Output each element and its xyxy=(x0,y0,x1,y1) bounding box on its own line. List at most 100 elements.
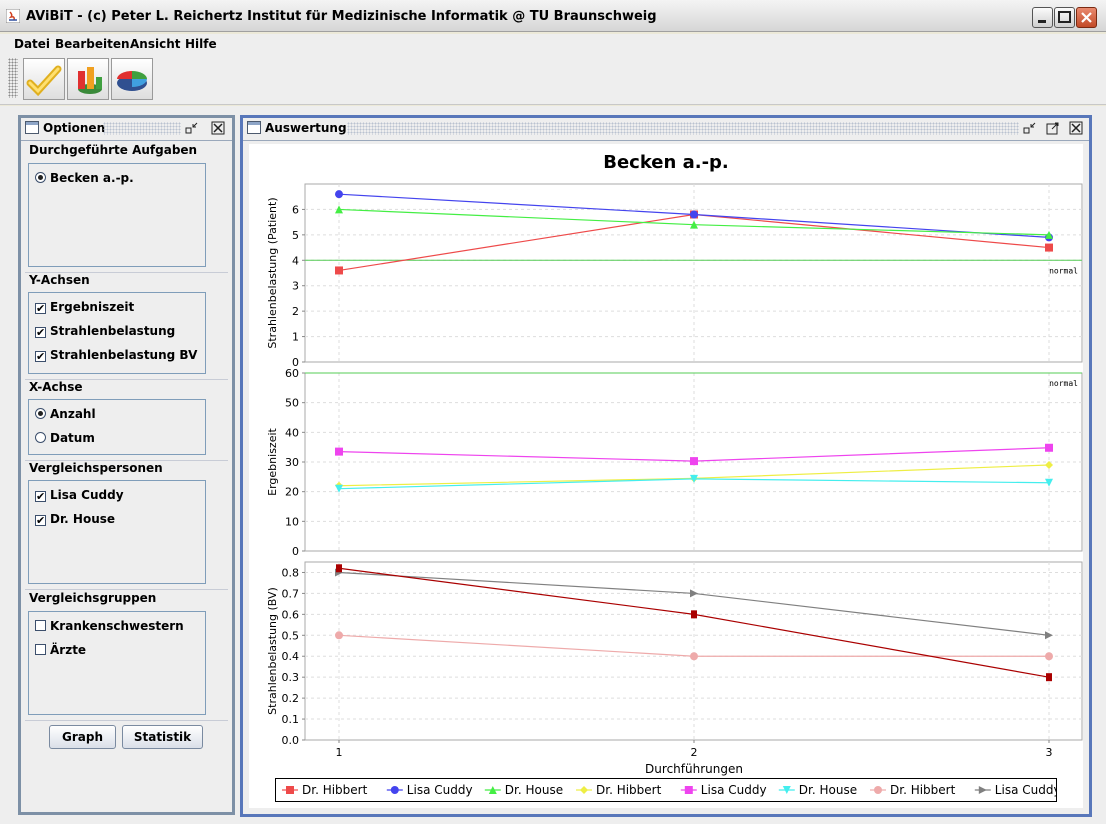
radio-datum-label: Datum xyxy=(50,431,95,445)
menu-ansicht[interactable]: Ansicht xyxy=(130,37,180,51)
radio-selected-icon xyxy=(35,172,46,183)
legend-marker xyxy=(684,786,693,794)
legend-label: Lisa Cuddy xyxy=(995,783,1056,797)
data-point xyxy=(691,610,697,619)
legend-marker xyxy=(580,786,588,794)
y-tick-label: 2 xyxy=(292,305,299,318)
y-tick-label: 3 xyxy=(292,280,299,293)
pie-chart-icon xyxy=(117,71,147,91)
y-tick-label: 0.2 xyxy=(282,692,300,705)
data-point xyxy=(335,631,343,640)
evaluation-panel: Auswertung Becken a.-p. 0 1 2 3 4 5 6 normal Stra… xyxy=(240,115,1106,817)
checkbox-ergebniszeit-label: Ergebniszeit xyxy=(50,300,135,314)
radio-selected-icon xyxy=(35,408,46,419)
y-tick-label: 0.3 xyxy=(282,671,300,684)
checkbox-strahlenbelastung-label: Strahlenbelastung xyxy=(50,324,176,338)
menu-hilfe[interactable]: Hilfe xyxy=(185,37,217,51)
y-tick-label: 0 xyxy=(292,545,299,558)
titlebar-grip xyxy=(347,122,1019,135)
y-tick-label: 1 xyxy=(292,331,299,344)
maximize-icon xyxy=(1046,122,1059,135)
evaluation-close-button[interactable] xyxy=(1069,121,1083,135)
data-point xyxy=(335,447,343,456)
iconify-icon xyxy=(1023,122,1036,134)
options-title: Optionen xyxy=(43,121,106,135)
window-icon xyxy=(247,121,261,134)
options-titlebar[interactable]: Optionen xyxy=(21,118,232,141)
evaluation-maximize-button[interactable] xyxy=(1046,121,1060,135)
y-axes-box: ✔ Ergebniszeit ✔ Strahlenbelastung ✔ Strahl… xyxy=(28,292,206,374)
toolbar-checkmark-button[interactable] xyxy=(23,58,65,100)
chart-title: Becken a.-p. xyxy=(603,152,729,173)
checkbox-dr-house[interactable]: ✔ Dr. House xyxy=(35,512,115,526)
checkbox-checked-icon: ✔ xyxy=(35,514,46,527)
section-tasks-label: Durchgeführte Aufgaben xyxy=(29,143,198,157)
evaluation-titlebar[interactable]: Auswertung xyxy=(243,118,1089,141)
x-tick-label: 2 xyxy=(691,746,698,759)
checkbox-checked-icon: ✔ xyxy=(35,490,46,503)
toolbar-grip[interactable] xyxy=(8,58,18,98)
checkbox-krankenschwestern[interactable]: Krankenschwestern xyxy=(35,619,184,633)
legend-label: Lisa Cuddy xyxy=(701,783,767,797)
close-button[interactable] xyxy=(1076,7,1097,28)
minimize-icon xyxy=(1038,20,1046,23)
legend-items: Dr. Hibbert Lisa Cuddy Dr. House Dr. Hibber… xyxy=(282,783,1106,797)
data-point xyxy=(1045,652,1053,661)
checkmark-icon xyxy=(26,65,62,97)
legend-label: Dr. Hibbert xyxy=(890,783,956,797)
maximize-icon xyxy=(1058,11,1071,23)
statistik-button[interactable]: Statistik xyxy=(122,725,203,749)
legend-marker xyxy=(286,786,294,794)
window-titlebar[interactable]: AViBiT - (c) Peter L. Reichertz Institut… xyxy=(0,0,1106,32)
toolbar-pie-chart-button[interactable] xyxy=(111,58,153,100)
menu-bearbeiten[interactable]: Bearbeiten xyxy=(55,37,130,51)
options-close-button[interactable] xyxy=(211,121,225,135)
radio-datum[interactable]: Datum xyxy=(35,431,95,445)
maximize-button[interactable] xyxy=(1054,7,1075,28)
checkbox-strahlenbelastung[interactable]: ✔ Strahlenbelastung xyxy=(35,324,175,338)
data-point xyxy=(690,652,698,661)
normal-threshold-label: normal xyxy=(1049,379,1078,388)
data-point xyxy=(690,457,698,466)
window-icon xyxy=(25,121,39,134)
options-iconify-button[interactable] xyxy=(185,121,199,135)
window-title: AViBiT - (c) Peter L. Reichertz Institut… xyxy=(26,9,657,24)
checkbox-aerzte-label: Ärzte xyxy=(50,643,87,657)
radio-anzahl[interactable]: Anzahl xyxy=(35,407,96,421)
y-tick-label: 50 xyxy=(285,397,299,410)
checkbox-strahlenbelastung-bv[interactable]: ✔ Strahlenbelastung BV xyxy=(35,348,197,362)
minimize-button[interactable] xyxy=(1032,7,1053,28)
y-tick-label: 0.4 xyxy=(282,650,300,663)
section-persons-label: Vergleichspersonen xyxy=(29,461,163,475)
section-x-axis-label: X-Achse xyxy=(29,380,83,394)
legend-label: Dr. Hibbert xyxy=(302,783,368,797)
x-axis-box: Anzahl Datum xyxy=(28,399,206,455)
checkbox-ergebniszeit[interactable]: ✔ Ergebniszeit xyxy=(35,300,134,314)
x-tick-label: 3 xyxy=(1046,746,1053,759)
radio-task-becken-label: Becken a.-p. xyxy=(50,171,134,185)
checkbox-dr-house-label: Dr. House xyxy=(50,512,116,526)
legend-label: Dr. House xyxy=(505,783,563,797)
checkbox-lisa-cuddy-label: Lisa Cuddy xyxy=(50,488,124,502)
combined-line-chart: Becken a.-p. 0 1 2 3 4 5 6 normal Strahlenbelastu… xyxy=(266,152,1083,776)
checkbox-lisa-cuddy[interactable]: ✔ Lisa Cuddy xyxy=(35,488,124,502)
y-tick-label: 4 xyxy=(292,254,299,267)
graph-button[interactable]: Graph xyxy=(49,725,116,749)
radio-task-becken[interactable]: Becken a.-p. xyxy=(35,171,134,185)
groups-box: Krankenschwestern Ärzte xyxy=(28,611,206,715)
y-tick-label: 0.6 xyxy=(282,608,300,621)
menubar: Datei Bearbeiten Ansicht Hilfe xyxy=(0,34,1106,54)
y-tick-label: 5 xyxy=(292,229,299,242)
checkbox-aerzte[interactable]: Ärzte xyxy=(35,643,86,657)
checkbox-unchecked-icon xyxy=(35,644,46,655)
normal-threshold-label: normal xyxy=(1049,266,1078,275)
divider xyxy=(25,720,228,721)
legend-marker xyxy=(978,786,987,794)
legend-label: Dr. Hibbert xyxy=(596,783,662,797)
section-y-axes-label: Y-Achsen xyxy=(29,273,90,287)
legend-label: Dr. House xyxy=(799,783,857,797)
menu-datei[interactable]: Datei xyxy=(14,37,50,51)
evaluation-iconify-button[interactable] xyxy=(1023,121,1037,135)
data-point xyxy=(335,266,343,275)
toolbar-bar-chart-button[interactable] xyxy=(67,58,109,100)
